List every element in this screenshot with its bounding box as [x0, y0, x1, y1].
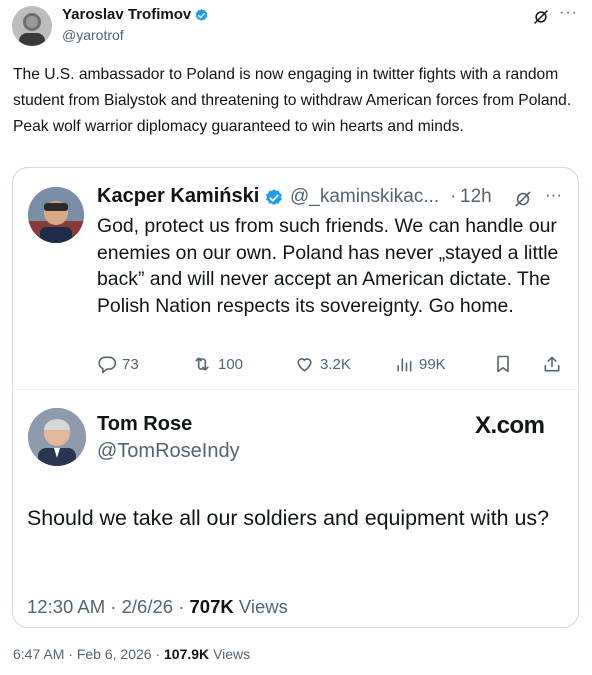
retweet-count: 100	[218, 355, 244, 373]
share-icon	[542, 354, 562, 374]
quoted-tweet-time[interactable]: 12h	[460, 186, 492, 208]
tweet-meta: 6:47 AM · Feb 6, 2026 · 107.9K Views	[13, 646, 251, 662]
card-divider	[12, 389, 579, 390]
screenshot-tweet-date: 2/6/26	[121, 596, 174, 617]
screenshot-views-label: Views	[238, 596, 288, 617]
screenshot-author-name: Tom Rose	[97, 413, 193, 435]
bookmark-button[interactable]	[493, 354, 513, 374]
grok-icon[interactable]	[532, 8, 550, 26]
like-icon	[294, 354, 315, 374]
screenshot-author-avatar	[28, 408, 86, 466]
quoted-author-handle[interactable]: @_kaminskikac...	[290, 186, 439, 208]
separator-dot: ·	[450, 186, 457, 207]
reply-button[interactable]: 73	[97, 354, 139, 374]
author-avatar[interactable]	[12, 6, 52, 46]
like-count: 3.2K	[320, 355, 351, 373]
quoted-author-avatar[interactable]	[28, 187, 84, 243]
screenshot-tweet-text: Should we take all our soldiers and equi…	[27, 506, 550, 530]
tweet-views-count: 107.9K	[164, 646, 210, 662]
tweet-time[interactable]: 6:47 AM	[13, 646, 64, 662]
retweet-icon	[191, 354, 213, 374]
tweet-views-label: Views	[213, 646, 251, 662]
verified-badge-icon	[194, 8, 209, 23]
quoted-tweet-text: God, protect us from such friends. We ca…	[97, 215, 559, 317]
author-name[interactable]: Yaroslav Trofimov	[62, 6, 191, 23]
screenshot-tweet-time: 12:30 AM	[27, 596, 106, 617]
author-handle[interactable]: @yarotrof	[62, 27, 124, 43]
reply-icon	[97, 354, 117, 374]
more-icon[interactable]: ···	[559, 4, 578, 22]
like-button[interactable]: 3.2K	[294, 354, 351, 374]
verified-badge-icon	[264, 188, 284, 208]
views-count: 99K	[419, 355, 446, 373]
views-button[interactable]: 99K	[394, 354, 446, 374]
screenshot-views-count: 707K	[189, 596, 234, 617]
screenshot-author-handle: @TomRoseIndy	[97, 440, 240, 462]
bookmark-icon	[493, 354, 513, 374]
reply-count: 73	[122, 355, 139, 373]
tweet-text: The U.S. ambassador to Poland is now eng…	[13, 66, 572, 135]
retweet-button[interactable]: 100	[191, 354, 243, 374]
grok-icon[interactable]	[513, 189, 533, 209]
views-icon	[394, 354, 414, 374]
tweet-date[interactable]: Feb 6, 2026	[77, 646, 152, 662]
screenshot-tweet-meta: 12:30 AM · 2/6/26 · 707K Views	[27, 596, 288, 617]
x-com-logo: X.com	[475, 412, 545, 439]
more-icon[interactable]: ···	[545, 185, 562, 205]
quoted-author-name[interactable]: Kacper Kamiński	[97, 185, 259, 208]
share-button[interactable]	[542, 354, 562, 374]
